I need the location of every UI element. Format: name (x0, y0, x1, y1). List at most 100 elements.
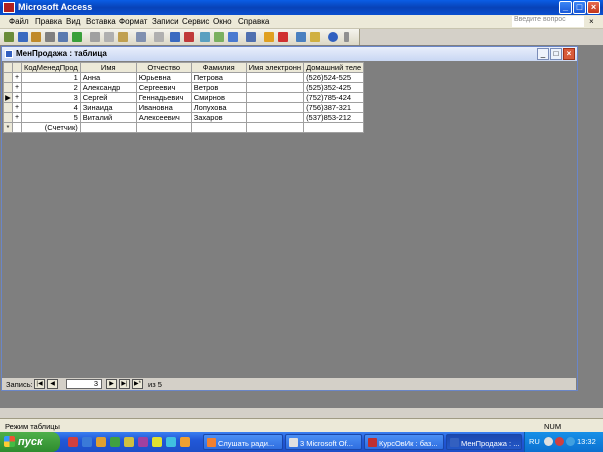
cell-middle-name[interactable] (135, 122, 192, 133)
cell-email[interactable] (245, 102, 305, 113)
expand-row-icon[interactable]: + (12, 112, 22, 123)
column-header-first-name[interactable]: Имя (79, 62, 137, 73)
cell-id[interactable]: 4 (21, 102, 81, 113)
table-row[interactable]: + 1 Анна Юрьевна Петрова (526)524-525 (3, 72, 365, 83)
cell-first-name[interactable]: Александр (79, 82, 137, 93)
cell-email[interactable] (245, 122, 305, 133)
cell-last-name[interactable] (190, 122, 247, 133)
cell-email[interactable] (245, 72, 305, 83)
table-row[interactable]: + 4 Зинаида Ивановна Лопухова (756)387-3… (3, 102, 365, 113)
sort-ascending-icon[interactable] (170, 32, 180, 42)
search-files-icon[interactable] (31, 32, 41, 42)
menu-records[interactable]: Записи (152, 17, 179, 26)
column-header-id[interactable]: КодМенедПрод (21, 62, 81, 73)
toolbar-options-icon[interactable] (344, 32, 349, 42)
expand-row-icon[interactable]: + (12, 102, 22, 113)
language-indicator[interactable]: RU (529, 437, 540, 446)
access-app-icon[interactable] (3, 2, 15, 13)
current-row-indicator[interactable]: ▶ (3, 92, 13, 103)
row-selector[interactable] (3, 102, 13, 113)
quicklaunch-desktop-icon[interactable] (152, 437, 162, 447)
cell-last-name[interactable]: Ветров (190, 82, 247, 93)
new-record-button[interactable]: ▶* (132, 379, 143, 389)
menu-window[interactable]: Окно (213, 17, 232, 26)
menu-view[interactable]: Вид (66, 17, 80, 26)
current-record-input[interactable]: 3 (66, 379, 102, 389)
quicklaunch-opera-icon[interactable] (68, 437, 78, 447)
cell-phone[interactable]: (756)387-321 (303, 102, 365, 113)
cell-phone[interactable]: (537)853-212 (303, 112, 365, 123)
doc-minimize-button[interactable]: _ (537, 48, 549, 60)
select-all-corner[interactable] (3, 62, 13, 73)
cut-icon[interactable] (90, 32, 100, 42)
new-object-icon[interactable] (310, 32, 320, 42)
minimize-button[interactable]: _ (559, 1, 572, 14)
start-button[interactable]: пуск (0, 432, 60, 452)
quicklaunch-explorer-icon[interactable] (166, 437, 176, 447)
cell-autonumber[interactable]: (Счетчик) (21, 122, 81, 133)
column-header-last-name[interactable]: Фамилия (190, 62, 247, 73)
quicklaunch-app-icon[interactable] (124, 437, 134, 447)
delete-record-icon[interactable] (278, 32, 288, 42)
column-header-email[interactable]: Имя электронн (245, 62, 305, 73)
menu-help[interactable]: Справка (238, 17, 269, 26)
cell-first-name[interactable] (79, 122, 137, 133)
column-header-phone[interactable]: Домашний теле (303, 62, 365, 73)
filter-by-form-icon[interactable] (214, 32, 224, 42)
quicklaunch-media-icon[interactable] (110, 437, 120, 447)
row-selector[interactable] (3, 82, 13, 93)
cell-id[interactable]: 5 (21, 112, 81, 123)
first-record-button[interactable]: |◀ (34, 379, 45, 389)
cell-last-name[interactable]: Петрова (190, 72, 247, 83)
quicklaunch-chrome-icon[interactable] (180, 437, 190, 447)
maximize-button[interactable]: □ (573, 1, 586, 14)
paste-icon[interactable] (118, 32, 128, 42)
task-button-radio[interactable]: Слушать ради... (203, 434, 283, 450)
task-button-office[interactable]: 3 Microsoft Of... (285, 434, 362, 450)
column-header-middle-name[interactable]: Отчество (135, 62, 192, 73)
ask-question-input[interactable]: Введите вопрос (512, 16, 584, 27)
last-record-button[interactable]: ▶| (119, 379, 130, 389)
menu-format[interactable]: Формат (119, 17, 147, 26)
clock[interactable]: 13:32 (577, 437, 596, 446)
cell-middle-name[interactable]: Ивановна (135, 102, 192, 113)
cell-email[interactable] (245, 82, 305, 93)
cell-first-name[interactable]: Виталий (79, 112, 137, 123)
quicklaunch-ie-icon[interactable] (82, 437, 92, 447)
cell-email[interactable] (245, 92, 305, 103)
task-button-table[interactable]: МенПродажа : ... (446, 434, 522, 450)
cell-middle-name[interactable]: Юрьевна (135, 72, 192, 83)
tray-antivirus-icon[interactable] (555, 437, 564, 446)
cell-last-name[interactable]: Лопухова (190, 102, 247, 113)
cell-phone[interactable] (303, 122, 365, 133)
quicklaunch-messenger-icon[interactable] (138, 437, 148, 447)
row-selector[interactable] (3, 112, 13, 123)
print-icon[interactable] (45, 32, 55, 42)
cell-id[interactable]: 1 (21, 72, 81, 83)
cell-last-name[interactable]: Захаров (190, 112, 247, 123)
cell-first-name[interactable]: Зинаида (79, 102, 137, 113)
next-record-button[interactable]: ▶ (106, 379, 117, 389)
expand-row-icon[interactable]: + (12, 92, 22, 103)
database-window-icon[interactable] (296, 32, 306, 42)
help-icon[interactable] (328, 32, 338, 42)
save-icon[interactable] (18, 32, 28, 42)
row-selector[interactable] (3, 72, 13, 83)
cell-phone[interactable]: (525)352-425 (303, 82, 365, 93)
sort-descending-icon[interactable] (184, 32, 194, 42)
insert-hyperlink-icon[interactable] (154, 32, 164, 42)
cell-email[interactable] (245, 112, 305, 123)
table-row[interactable]: ▶ + 3 Сергей Геннадьевич Смирнов (752)78… (3, 92, 365, 103)
cell-middle-name[interactable]: Алексеевич (135, 112, 192, 123)
menu-tools[interactable]: Сервис (182, 17, 209, 26)
table-row[interactable]: + 5 Виталий Алексеевич Захаров (537)853-… (3, 112, 365, 123)
cell-last-name[interactable]: Смирнов (190, 92, 247, 103)
table-row[interactable]: + 2 Александр Сергеевич Ветров (525)352-… (3, 82, 365, 93)
find-icon[interactable] (246, 32, 256, 42)
previous-record-button[interactable]: ◀ (47, 379, 58, 389)
design-view-icon[interactable] (4, 32, 14, 42)
close-button[interactable]: × (587, 1, 600, 14)
menu-file[interactable]: Файл (9, 17, 29, 26)
task-button-coursework[interactable]: КурсОвИк : баз... (364, 434, 444, 450)
print-preview-icon[interactable] (58, 32, 68, 42)
